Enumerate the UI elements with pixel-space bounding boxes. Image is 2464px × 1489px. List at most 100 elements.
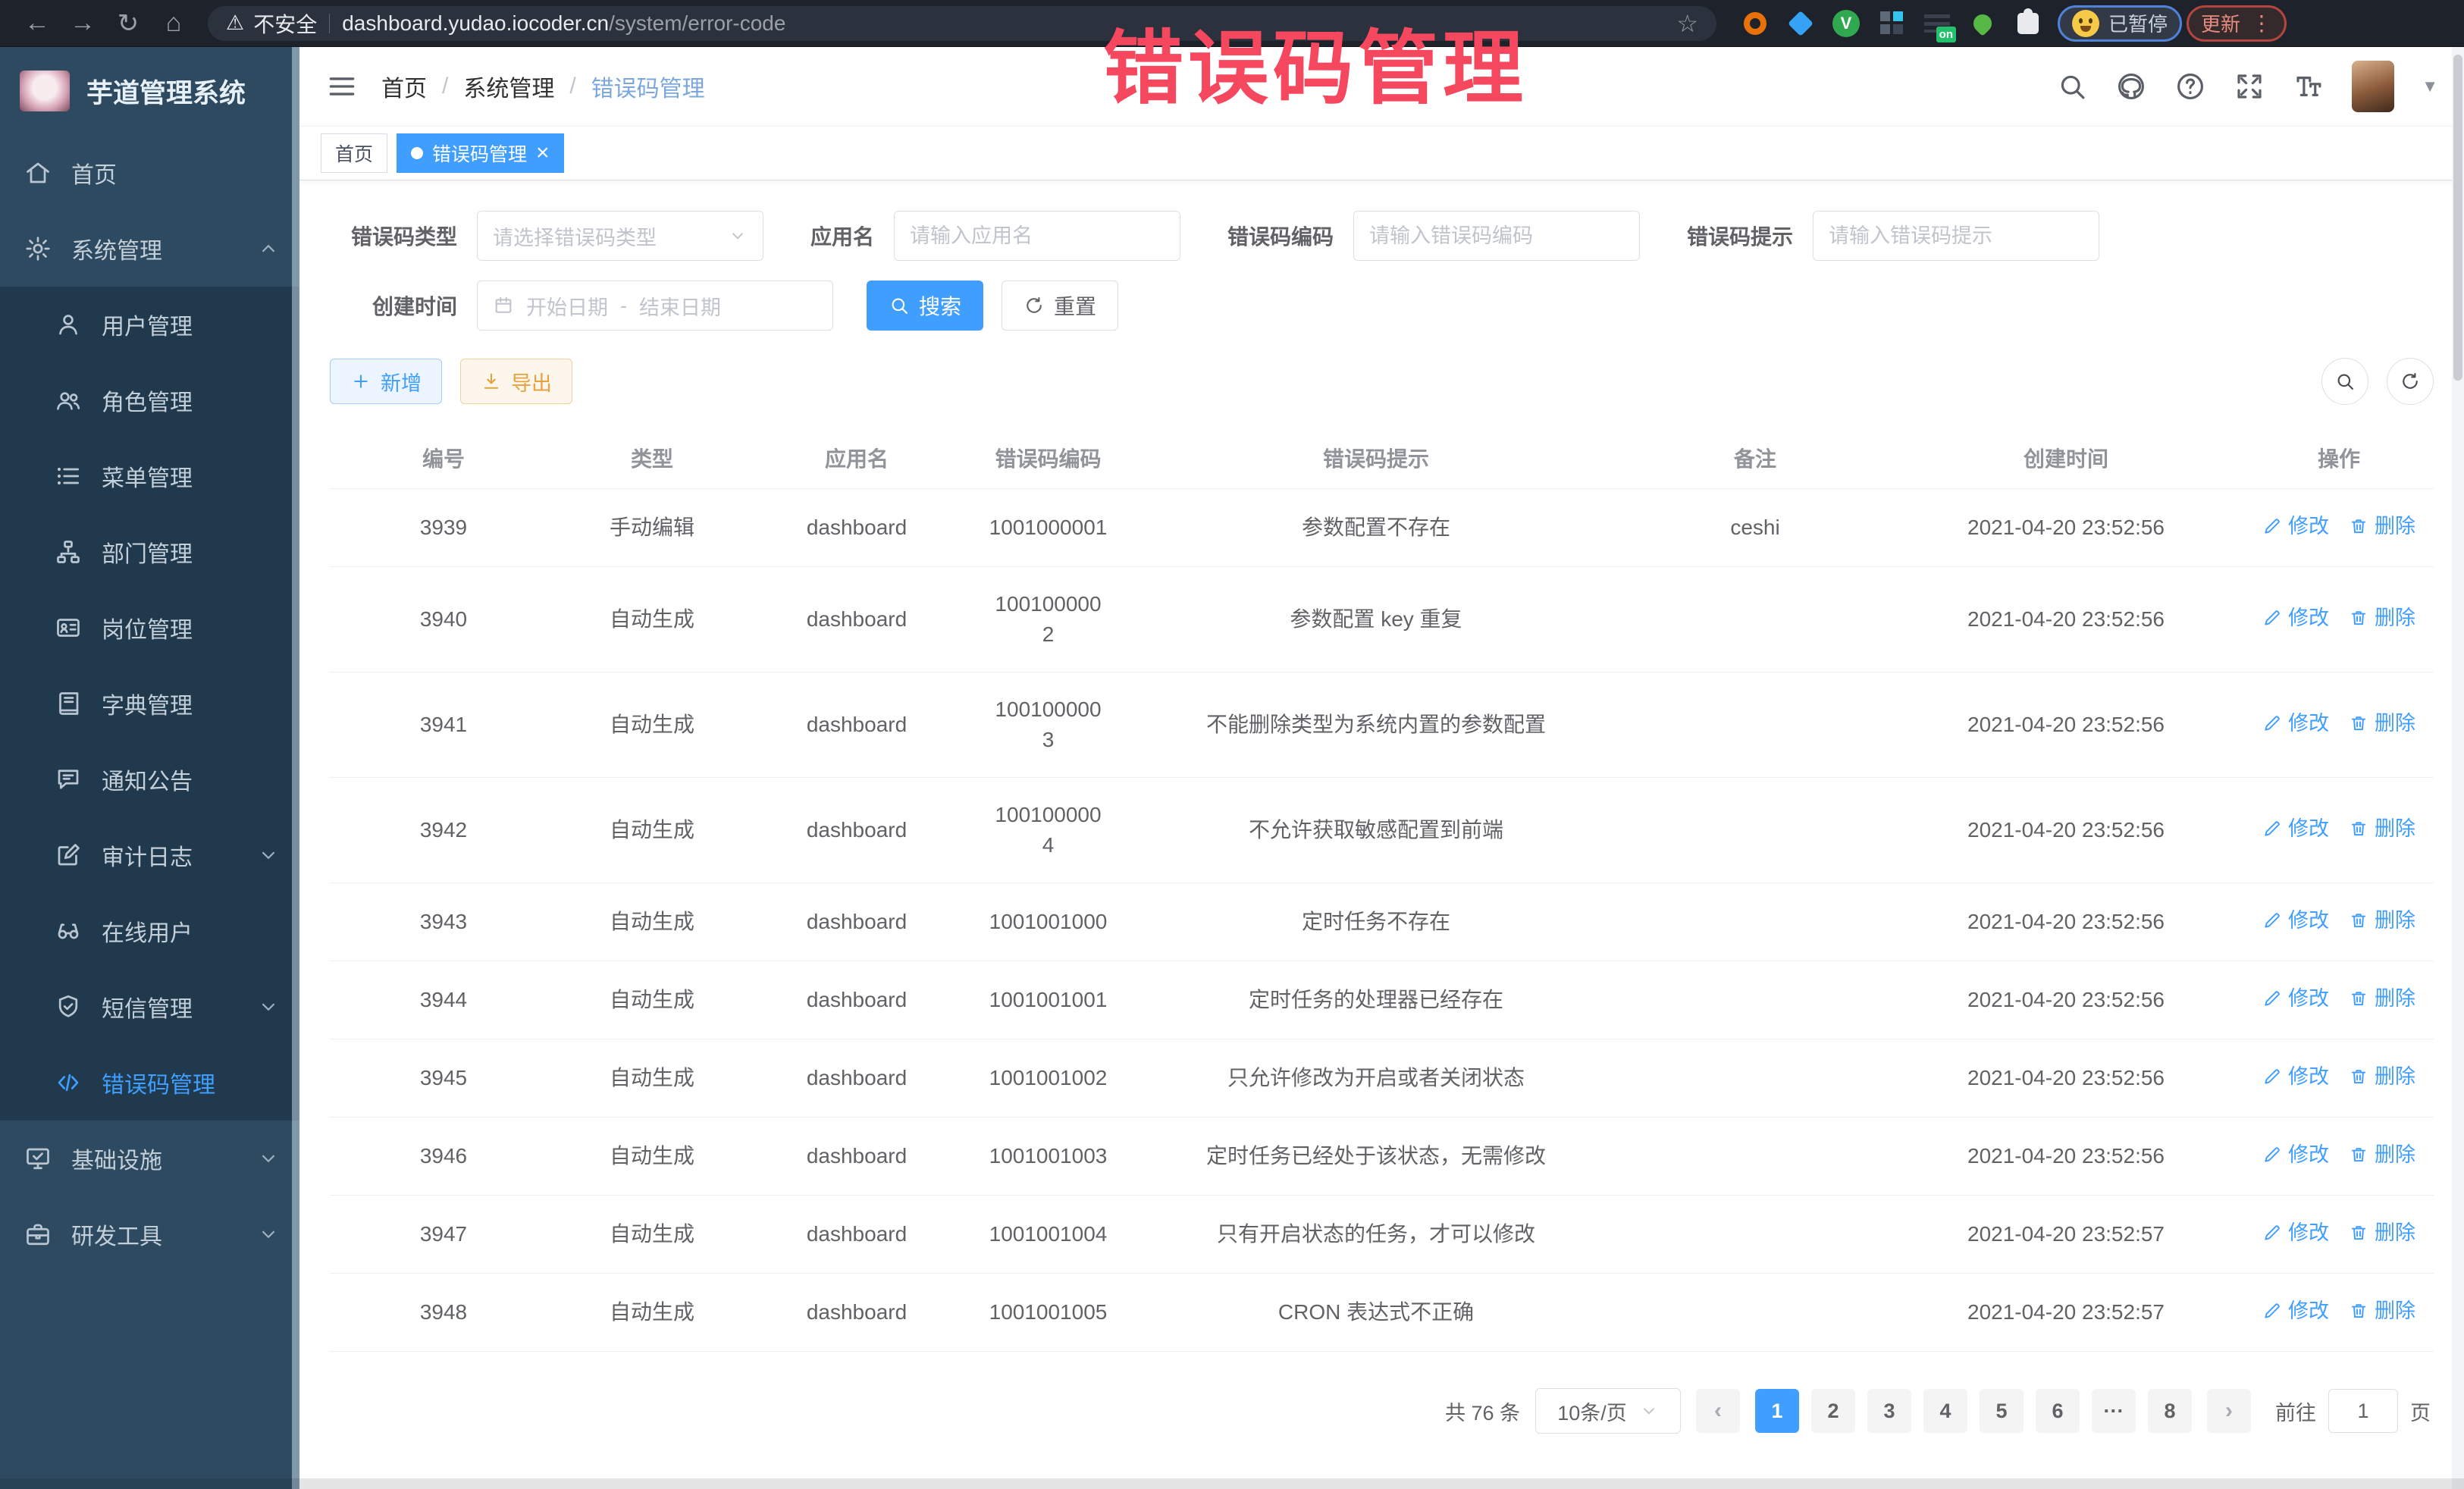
browser-profile-chip[interactable]: 已暂停	[2058, 5, 2182, 42]
extension-list-icon[interactable]: on	[1920, 6, 1955, 41]
edit-link[interactable]: 修改	[2262, 1296, 2329, 1326]
github-icon[interactable]	[2115, 71, 2147, 102]
fullscreen-icon[interactable]	[2234, 71, 2265, 102]
sidebar-item-menu-management[interactable]: 菜单管理	[0, 438, 299, 514]
edit-link[interactable]: 修改	[2262, 813, 2329, 844]
help-icon[interactable]	[2174, 71, 2206, 102]
search-icon[interactable]	[2056, 71, 2088, 102]
extension-gem-icon[interactable]	[1783, 6, 1818, 41]
sidebar-item-role-management[interactable]: 角色管理	[0, 362, 299, 438]
back-icon[interactable]: ←	[17, 8, 58, 38]
edit-link[interactable]: 修改	[2262, 905, 2329, 936]
page-size-select[interactable]: 10条/页	[1535, 1388, 1681, 1434]
not-secure-label[interactable]: 不安全	[253, 8, 317, 39]
extension-puzzle-icon[interactable]	[2011, 6, 2045, 41]
edit-link[interactable]: 修改	[2262, 1061, 2329, 1092]
page-button-6[interactable]: 6	[2036, 1389, 2080, 1433]
sidebar-item-dict-management[interactable]: 字典管理	[0, 666, 299, 741]
caret-down-icon[interactable]: ▼	[2422, 77, 2438, 96]
app-logo[interactable]: 芋道管理系统	[0, 47, 299, 135]
error-type-select[interactable]: 请选择错误码类型	[477, 211, 763, 261]
delete-link[interactable]: 删除	[2349, 1061, 2415, 1092]
user-avatar[interactable]	[2352, 61, 2394, 112]
delete-link[interactable]: 删除	[2349, 905, 2415, 936]
page-button-8[interactable]: 8	[2148, 1389, 2192, 1433]
export-button[interactable]: 导出	[460, 359, 572, 404]
toggle-search-button[interactable]	[2321, 358, 2368, 405]
reset-button[interactable]: 重置	[1002, 281, 1118, 331]
add-button[interactable]: 新增	[330, 359, 442, 404]
reload-icon[interactable]: ↻	[108, 8, 149, 39]
sidebar-scrollbar[interactable]	[292, 47, 299, 1489]
extension-green-icon[interactable]: V	[1829, 6, 1864, 41]
tag-home[interactable]: 首页	[321, 133, 387, 173]
sidebar-item-dev-tools[interactable]: 研发工具	[0, 1196, 299, 1272]
delete-link[interactable]: 删除	[2349, 511, 2415, 541]
url-bar[interactable]: ⚠ 不安全 dashboard.yudao.iocoder.cn/system/…	[208, 6, 1716, 41]
edit-link[interactable]: 修改	[2262, 1139, 2329, 1170]
page-ellipsis[interactable]: ···	[2092, 1389, 2136, 1433]
edit-link[interactable]: 修改	[2262, 1218, 2329, 1248]
edit-link[interactable]: 修改	[2262, 511, 2329, 541]
delete-link[interactable]: 删除	[2349, 1139, 2415, 1170]
sidebar-item-sms-management[interactable]: 短信管理	[0, 969, 299, 1045]
sidebar-item-audit-log[interactable]: 审计日志	[0, 817, 299, 893]
delete-link[interactable]: 删除	[2349, 1218, 2415, 1248]
browser-home-icon[interactable]: ⌂	[153, 8, 194, 38]
date-range-picker[interactable]: 开始日期 - 结束日期	[477, 281, 833, 331]
sidebar-item-online-users[interactable]: 在线用户	[0, 893, 299, 969]
page-button-5[interactable]: 5	[1980, 1389, 2024, 1433]
error-code-input[interactable]	[1369, 224, 1624, 248]
sidebar-item-home[interactable]: 首页	[0, 135, 299, 211]
sidebar-item-label: 通知公告	[102, 763, 193, 796]
hamburger-icon[interactable]	[325, 70, 359, 103]
forward-icon[interactable]: →	[62, 8, 103, 38]
search-icon	[889, 295, 910, 316]
next-page-button[interactable]: ›	[2207, 1389, 2251, 1433]
search-button[interactable]: 搜索	[867, 281, 983, 331]
page-button-4[interactable]: 4	[1923, 1389, 1967, 1433]
sidebar-item-dept-management[interactable]: 部门管理	[0, 514, 299, 590]
breadcrumb-system[interactable]: 系统管理	[463, 70, 554, 103]
window-scrollbar[interactable]	[2452, 47, 2464, 1489]
page-button-2[interactable]: 2	[1811, 1389, 1855, 1433]
users-icon	[55, 387, 82, 414]
sidebar-item-post-management[interactable]: 岗位管理	[0, 590, 299, 666]
sidebar-item-label: 基础设施	[71, 1142, 162, 1175]
sidebar-item-user-management[interactable]: 用户管理	[0, 287, 299, 362]
prev-page-button[interactable]: ‹	[1696, 1389, 1740, 1433]
delete-link[interactable]: 删除	[2349, 708, 2415, 738]
cell-id: 3947	[330, 1196, 557, 1274]
delete-link[interactable]: 删除	[2349, 603, 2415, 633]
tag-close-icon[interactable]: ×	[536, 142, 550, 165]
page-button-1[interactable]: 1	[1755, 1389, 1799, 1433]
extension-grid-icon[interactable]	[1874, 6, 1909, 41]
refresh-table-button[interactable]	[2387, 358, 2434, 405]
error-msg-input[interactable]	[1829, 224, 2083, 248]
font-size-icon[interactable]	[2293, 71, 2324, 102]
delete-link[interactable]: 删除	[2349, 983, 2415, 1014]
goto-page-input[interactable]	[2328, 1389, 2398, 1433]
extension-sprout-icon[interactable]	[1965, 6, 2000, 41]
bookmark-star-icon[interactable]: ☆	[1676, 9, 1698, 38]
url-host[interactable]: dashboard.yudao.iocoder.cn	[342, 11, 609, 36]
app-name-input[interactable]	[910, 224, 1165, 248]
delete-link[interactable]: 删除	[2349, 813, 2415, 844]
edit-link[interactable]: 修改	[2262, 603, 2329, 633]
sidebar-item-notice-announcement[interactable]: 通知公告	[0, 741, 299, 817]
scrollbar-thumb[interactable]	[2453, 55, 2462, 381]
sidebar-item-system-management[interactable]: 系统管理	[0, 211, 299, 287]
page-button-3[interactable]: 3	[1867, 1389, 1911, 1433]
cell-remark	[1622, 567, 1888, 672]
sidebar-item-error-code-management[interactable]: 错误码管理	[0, 1045, 299, 1121]
sidebar-item-infrastructure[interactable]: 基础设施	[0, 1121, 299, 1196]
tag-error-code[interactable]: 错误码管理 ×	[397, 133, 564, 173]
menu-kebab-icon[interactable]: ⋮	[2251, 11, 2272, 36]
edit-link[interactable]: 修改	[2262, 708, 2329, 738]
breadcrumb-home[interactable]: 首页	[381, 70, 427, 103]
edit-link[interactable]: 修改	[2262, 983, 2329, 1014]
delete-link[interactable]: 删除	[2349, 1296, 2415, 1326]
chevron-down-icon	[1639, 1401, 1659, 1421]
extension-ring-icon[interactable]	[1738, 6, 1773, 41]
update-button[interactable]: 更新 ⋮	[2187, 5, 2287, 42]
